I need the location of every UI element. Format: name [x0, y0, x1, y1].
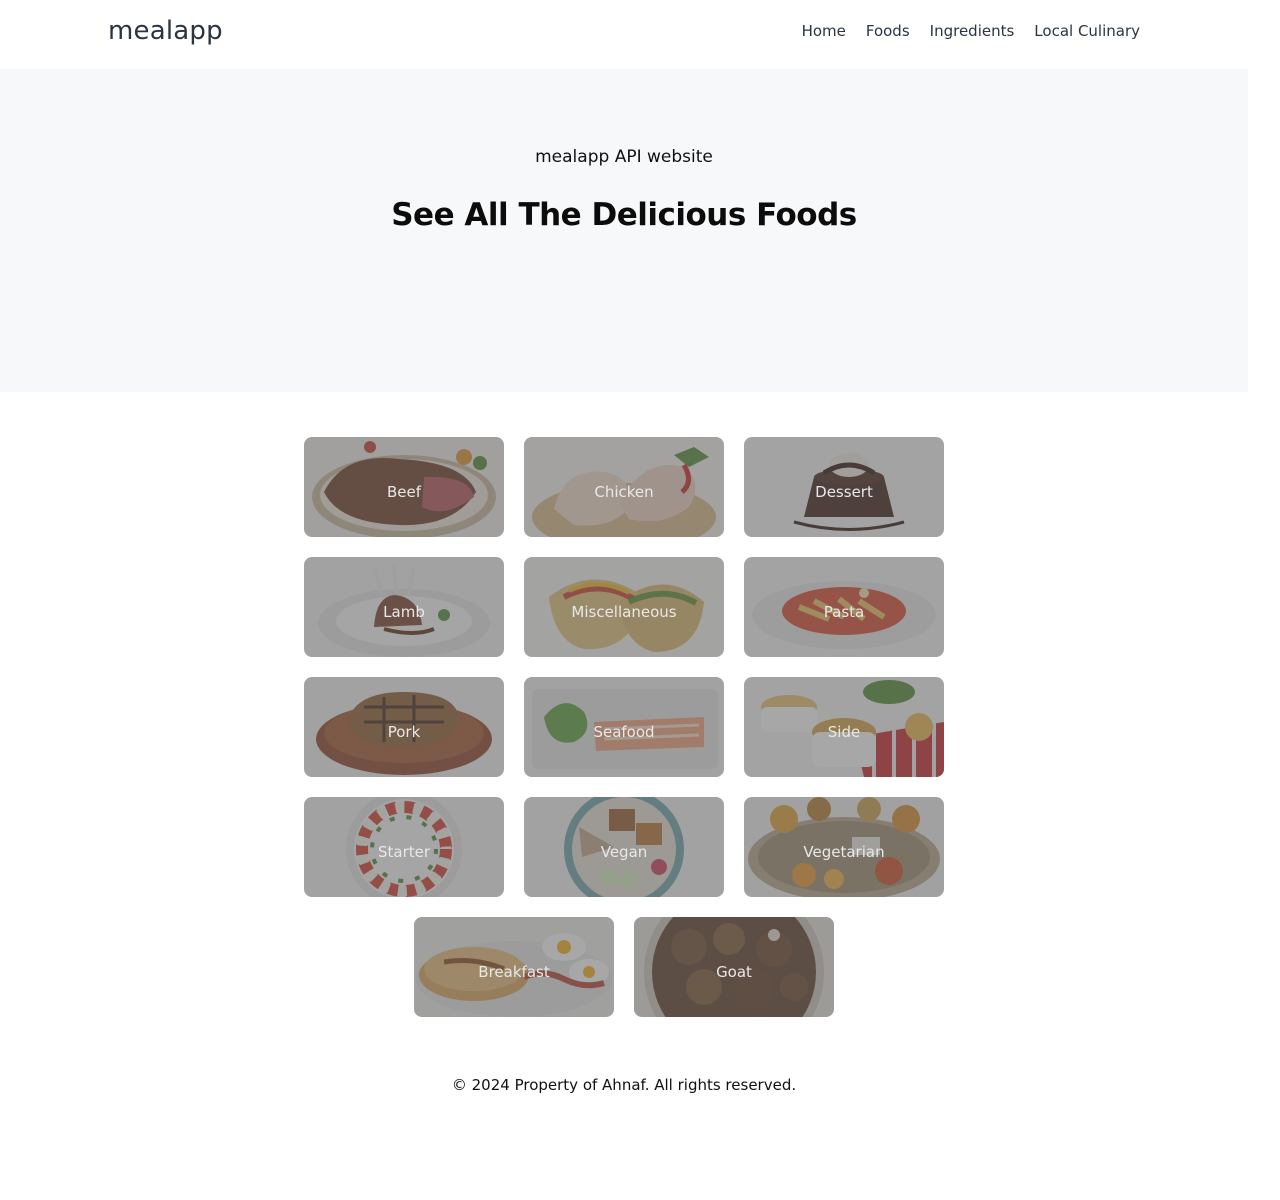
- category-label: Seafood: [593, 723, 655, 741]
- nav-links: Home Foods Ingredients Local Culinary: [802, 22, 1140, 40]
- category-card-goat[interactable]: Goat: [634, 917, 834, 1017]
- category-label: Lamb: [383, 603, 425, 621]
- category-label: Dessert: [815, 483, 873, 501]
- category-card-dessert[interactable]: Dessert: [744, 437, 944, 537]
- category-card-beef[interactable]: Beef: [304, 437, 504, 537]
- category-label: Goat: [716, 963, 752, 981]
- category-card-miscellaneous[interactable]: Miscellaneous: [524, 557, 724, 657]
- category-label: Starter: [377, 843, 431, 861]
- category-label: Pasta: [823, 603, 865, 621]
- category-card-pork[interactable]: Pork: [304, 677, 504, 777]
- category-label: Beef: [386, 483, 422, 501]
- hero-section: mealapp API website See All The Deliciou…: [0, 69, 1248, 392]
- hero-subtitle: mealapp API website: [535, 147, 713, 167]
- category-label: Vegetarian: [803, 843, 885, 861]
- category-label: Side: [827, 723, 861, 741]
- category-label: Miscellaneous: [571, 603, 677, 621]
- category-card-breakfast[interactable]: Breakfast: [414, 917, 614, 1017]
- category-label: Chicken: [594, 483, 654, 501]
- category-card-lamb[interactable]: Lamb: [304, 557, 504, 657]
- category-card-chicken[interactable]: Chicken: [524, 437, 724, 537]
- nav-link-home[interactable]: Home: [802, 22, 846, 40]
- footer-copyright: © 2024 Property of Ahnaf. All rights res…: [451, 1076, 797, 1094]
- nav-link-local-culinary[interactable]: Local Culinary: [1034, 22, 1140, 40]
- hero-title: See All The Delicious Foods: [391, 197, 857, 233]
- logo[interactable]: mealapp: [108, 16, 223, 46]
- category-label: Vegan: [600, 843, 648, 861]
- category-label: Pork: [387, 723, 421, 741]
- category-card-vegetarian[interactable]: Vegetarian: [744, 797, 944, 897]
- category-card-vegan[interactable]: Vegan: [524, 797, 724, 897]
- nav-link-foods[interactable]: Foods: [866, 22, 910, 40]
- category-card-pasta[interactable]: Pasta: [744, 557, 944, 657]
- category-card-starter[interactable]: Starter: [304, 797, 504, 897]
- category-card-seafood[interactable]: Seafood: [524, 677, 724, 777]
- navbar: mealapp Home Foods Ingredients Local Cul…: [0, 0, 1248, 69]
- category-label: Breakfast: [478, 963, 550, 981]
- category-card-side[interactable]: Side: [744, 677, 944, 777]
- nav-link-ingredients[interactable]: Ingredients: [930, 22, 1015, 40]
